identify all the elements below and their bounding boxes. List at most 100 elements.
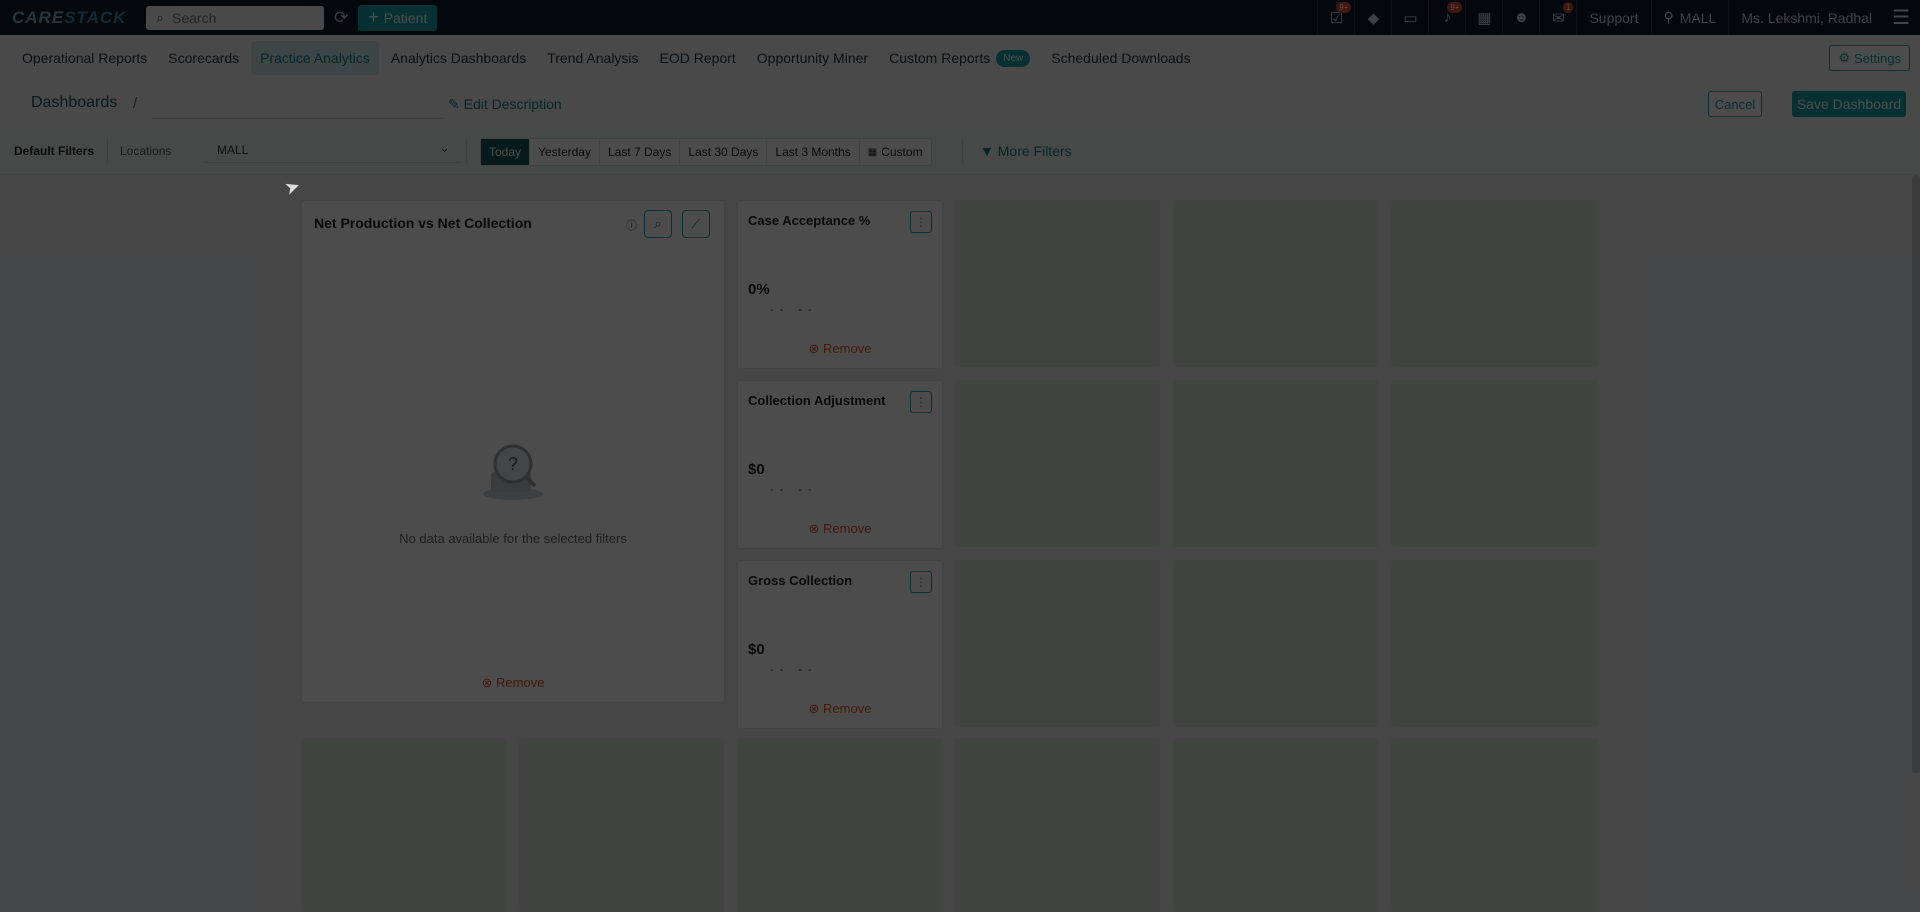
edit-description-label: Edit Description <box>463 96 562 112</box>
tab-scheduled-downloads[interactable]: Scheduled Downloads <box>1042 41 1199 75</box>
widget-placeholder-slot[interactable] <box>1173 200 1378 367</box>
settings-button[interactable]: ⚙ Settings <box>1829 45 1910 71</box>
search-input[interactable] <box>168 8 324 27</box>
widget-placeholder-slot[interactable] <box>955 380 1160 547</box>
calendar-icon[interactable]: ▦ <box>1465 0 1502 35</box>
user-menu[interactable]: Ms. Lekshmi, Radhal <box>1728 0 1884 35</box>
kebab-menu-icon[interactable]: ⋮ <box>910 391 932 413</box>
tab-practice-analytics[interactable]: Practice Analytics <box>251 41 379 75</box>
more-filters-button[interactable]: ▼ More Filters <box>980 143 1072 159</box>
global-search[interactable]: ⌕ <box>146 5 324 30</box>
location-selector[interactable]: ⚲ MALL <box>1650 0 1729 35</box>
kebab-menu-icon[interactable]: ⋮ <box>910 571 932 593</box>
tab-operational-reports[interactable]: Operational Reports <box>13 41 156 75</box>
widget-collection-adjustment[interactable]: Collection Adjustment ⋮ $0 -- -- ⊗ Remov… <box>737 380 943 549</box>
default-filters-label: Default Filters <box>14 144 95 158</box>
widget-placeholder-slot[interactable] <box>1391 738 1598 912</box>
widget-placeholder-slot[interactable] <box>301 738 506 912</box>
location-filter-select[interactable]: MALL ⌄ <box>205 138 462 163</box>
carestack-logo[interactable]: CARESTACK <box>12 8 132 28</box>
kebab-menu-icon[interactable]: ⋮ <box>910 211 932 233</box>
remove-widget-button[interactable]: ⊗ Remove <box>302 675 724 691</box>
settings-label: Settings <box>1854 50 1901 66</box>
tab-trend-analysis[interactable]: Trend Analysis <box>538 41 647 75</box>
date-range-last-3-months[interactable]: Last 3 Months <box>767 139 860 165</box>
edit-icon: ✎ <box>448 96 460 112</box>
users-icon[interactable]: ☻ <box>1502 0 1539 35</box>
dashboard-name-input[interactable] <box>152 92 444 119</box>
info-icon[interactable]: ⓘ <box>626 217 637 233</box>
widget-placeholder-slot[interactable] <box>737 738 942 912</box>
widget-placeholder-slot[interactable] <box>1173 738 1378 912</box>
tab-custom-reports[interactable]: Custom Reports New <box>880 41 1039 75</box>
top-right-toolbar: ☑ 9+ ◆ ▭ ♪ 9+ ▦ ☻ ✉ 1 Support ⚲ MALL Ms. Le… <box>1317 0 1910 35</box>
cancel-button[interactable]: Cancel <box>1708 91 1762 117</box>
widget-placeholder-slot[interactable] <box>955 738 1160 912</box>
widget-placeholder-slot[interactable] <box>1391 560 1598 727</box>
location-pin-icon: ⚲ <box>1663 9 1674 25</box>
tab-eod-report[interactable]: EOD Report <box>651 41 745 75</box>
date-range-custom[interactable]: ▦ Custom <box>860 139 931 165</box>
date-range-last-30-days[interactable]: Last 30 Days <box>680 139 768 165</box>
tab-opportunity-miner[interactable]: Opportunity Miner <box>748 41 877 75</box>
date-range-group: Today Yesterday Last 7 Days Last 30 Days… <box>480 138 932 166</box>
kpi-title: Collection Adjustment <box>748 393 886 408</box>
messages-icon[interactable]: ✉ 1 <box>1539 0 1576 35</box>
support-link[interactable]: Support <box>1576 0 1650 35</box>
remove-icon: ⊗ <box>808 341 820 356</box>
hamburger-menu-icon[interactable]: ☰ <box>1884 5 1910 30</box>
chat-icon[interactable]: ▭ <box>1391 0 1428 35</box>
add-patient-label: Patient <box>383 9 428 26</box>
widget-placeholder-slot[interactable] <box>955 560 1160 727</box>
remove-icon: ⊗ <box>808 521 820 536</box>
widget-placeholder-slot[interactable] <box>1173 380 1378 547</box>
kpi-value: 0% <box>748 281 770 298</box>
widget-net-production[interactable]: Net Production vs Net Collection ⓘ ⌕ ⟋ ?… <box>301 200 725 703</box>
trend-chart-button[interactable]: ⟋ <box>682 210 710 238</box>
gear-icon: ⚙ <box>1838 50 1851 65</box>
locations-label: Locations <box>120 144 172 158</box>
education-icon[interactable]: ◆ <box>1354 0 1391 35</box>
reports-nav: Operational Reports Scorecards Practice … <box>0 35 1920 82</box>
widget-placeholder-slot[interactable] <box>519 738 724 912</box>
widget-placeholder-slot[interactable] <box>1173 560 1378 727</box>
remove-widget-button[interactable]: ⊗ Remove <box>738 341 942 357</box>
widget-placeholder-slot[interactable] <box>1391 380 1598 547</box>
add-patient-button[interactable]: + Patient <box>358 4 438 31</box>
dashboard-canvas: Net Production vs Net Collection ⓘ ⌕ ⟋ ?… <box>0 175 1920 912</box>
widget-placeholder-slot[interactable] <box>955 200 1160 367</box>
notifications-badge: 9+ <box>1447 2 1463 13</box>
calendar-icon: ▦ <box>867 146 878 158</box>
remove-label: Remove <box>496 675 545 690</box>
divider <box>107 138 108 164</box>
chevron-down-icon: ⌄ <box>439 140 450 155</box>
widget-gross-collection[interactable]: Gross Collection ⋮ $0 -- -- ⊗ Remove <box>737 560 943 729</box>
refresh-icon[interactable]: ⟳ <box>334 8 348 28</box>
tasks-icon[interactable]: ☑ 9+ <box>1317 0 1354 35</box>
tab-scorecards[interactable]: Scorecards <box>159 41 248 75</box>
kpi-comparison: -- -- <box>770 484 818 496</box>
widget-placeholder-slot[interactable] <box>1391 200 1598 367</box>
kpi-comparison: -- -- <box>770 304 818 316</box>
notifications-icon[interactable]: ♪ 9+ <box>1428 0 1465 35</box>
date-range-today[interactable]: Today <box>481 139 531 165</box>
kpi-comparison: -- -- <box>770 664 818 676</box>
widget-case-acceptance[interactable]: Case Acceptance % ⋮ 0% -- -- ⊗ Remove <box>737 200 943 369</box>
breadcrumb-dashboards[interactable]: Dashboards <box>31 94 117 112</box>
no-data-illustration-icon: ? <box>483 444 543 500</box>
date-range-last-7-days[interactable]: Last 7 Days <box>600 139 681 165</box>
kpi-value: $0 <box>748 461 765 478</box>
svg-text:?: ? <box>508 454 518 474</box>
no-data-message: No data available for the selected filte… <box>399 531 627 546</box>
edit-description-link[interactable]: ✎ Edit Description <box>448 96 562 113</box>
save-dashboard-button[interactable]: Save Dashboard <box>1792 91 1906 117</box>
remove-widget-button[interactable]: ⊗ Remove <box>738 521 942 537</box>
date-range-yesterday[interactable]: Yesterday <box>530 139 600 165</box>
page-scrollbar[interactable] <box>1912 175 1920 773</box>
search-chart-button[interactable]: ⌕ <box>644 210 672 238</box>
remove-widget-button[interactable]: ⊗ Remove <box>738 701 942 717</box>
search-icon: ⌕ <box>654 216 662 231</box>
breadcrumb-separator: / <box>133 95 138 112</box>
tab-analytics-dashboards[interactable]: Analytics Dashboards <box>382 41 535 75</box>
plus-icon: + <box>368 7 379 27</box>
